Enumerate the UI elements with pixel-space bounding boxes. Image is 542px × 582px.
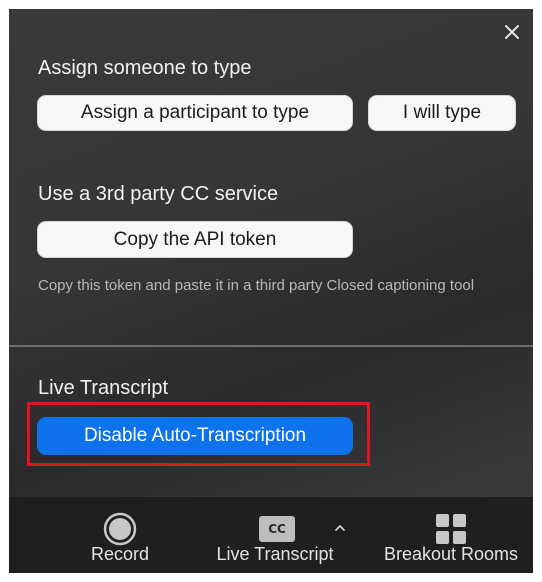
meeting-toolbar: Record CC Live Transcript Breakout Rooms [9, 497, 533, 573]
record-button[interactable]: Record [75, 497, 165, 573]
assign-section-title: Assign someone to type [38, 57, 252, 79]
live-transcript-section-title: Live Transcript [38, 377, 169, 399]
third-party-section-title: Use a 3rd party CC service [38, 183, 279, 205]
live-transcript-options-caret[interactable] [328, 519, 352, 537]
live-transcript-button[interactable]: CC Live Transcript [205, 497, 345, 573]
copy-token-hint: Copy this token and paste it in a third … [38, 277, 475, 294]
cc-icon: CC [259, 516, 295, 542]
i-will-type-button[interactable]: I will type [368, 95, 516, 131]
copy-api-token-button[interactable]: Copy the API token [37, 221, 353, 258]
live-transcript-label: Live Transcript [216, 544, 334, 564]
closed-caption-panel: Assign someone to type Assign a particip… [9, 9, 533, 497]
record-label: Record [90, 544, 150, 564]
breakout-rooms-button[interactable]: Breakout Rooms [373, 497, 529, 573]
record-icon [103, 512, 137, 546]
close-button[interactable] [501, 21, 523, 43]
grid-icon [436, 514, 466, 544]
assign-participant-button[interactable]: Assign a participant to type [37, 95, 353, 131]
disable-auto-transcription-button[interactable]: Disable Auto-Transcription [37, 417, 353, 455]
cc-icon-text: CC [268, 522, 286, 536]
breakout-rooms-label: Breakout Rooms [383, 544, 519, 564]
chevron-up-icon [335, 525, 345, 531]
screenshot-frame: Assign someone to type Assign a particip… [9, 9, 533, 573]
close-icon [505, 25, 519, 39]
section-divider [9, 345, 533, 347]
